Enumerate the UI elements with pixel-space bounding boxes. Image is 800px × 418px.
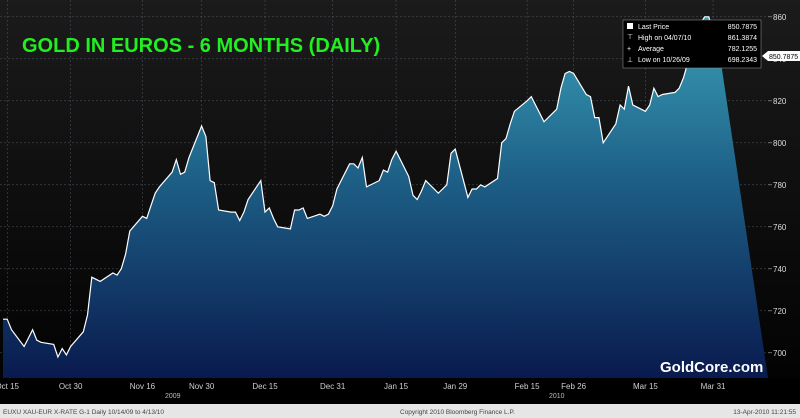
y-tick-label: 700 — [773, 349, 787, 358]
legend-value-high: 861.3874 — [728, 35, 757, 42]
x-tick-label: Oct 30 — [59, 382, 83, 391]
legend-value-last: 850.7875 — [728, 24, 757, 31]
chart-title: GOLD IN EUROS - 6 MONTHS (DAILY) — [22, 35, 380, 57]
x-tick-label: Jan 15 — [384, 382, 409, 391]
y-tick-label: 820 — [773, 97, 787, 106]
down-tick-icon: ⊥ — [627, 57, 633, 64]
price-chart: GOLD IN EUROS - 6 MONTHS (DAILY) 700 720 7… — [0, 0, 800, 418]
x-tick-label: Feb 26 — [561, 382, 586, 391]
x-tick-label: Nov 16 — [130, 382, 156, 391]
year-label-2010: 2010 — [549, 393, 565, 400]
square-marker-icon — [627, 23, 633, 29]
x-tick-label: Jan 29 — [443, 382, 468, 391]
y-tick-label: 780 — [773, 181, 787, 190]
legend-value-low: 698.2343 — [728, 57, 757, 64]
footer-left: EUXU XAU-EUR X-RATE G-1 Daily 10/14/09 t… — [3, 409, 164, 416]
x-tick-label: Mar 31 — [701, 382, 726, 391]
footer-right: 13-Apr-2010 11:21:55 — [733, 409, 796, 416]
x-tick-label: Dec 31 — [320, 382, 346, 391]
year-label-2009: 2009 — [165, 393, 181, 400]
y-tick-label: 760 — [773, 223, 787, 232]
y-tick-label: 860 — [773, 13, 787, 22]
x-tick-label: Oct 15 — [0, 382, 20, 391]
y-tick-label: 800 — [773, 139, 787, 148]
x-tick-label: Mar 15 — [633, 382, 658, 391]
legend-label-last: Last Price — [638, 24, 669, 31]
legend: Last Price 850.7875 ⊤ High on 04/07/10 8… — [622, 19, 762, 69]
watermark: GoldCore.com — [660, 359, 763, 376]
x-tick-label: Nov 30 — [189, 382, 215, 391]
legend-value-average: 782.1255 — [728, 46, 757, 53]
last-price-marker: 850.7875 — [762, 51, 800, 61]
legend-label-high: High on 04/07/10 — [638, 35, 691, 42]
x-tick-label: Dec 15 — [252, 382, 278, 391]
last-price-tag: 850.7875 — [769, 54, 798, 61]
x-tick-label: Feb 15 — [515, 382, 540, 391]
y-tick-label: 720 — [773, 307, 787, 316]
up-tick-icon: ⊤ — [627, 34, 633, 41]
plus-marker-icon: + — [627, 46, 631, 53]
legend-label-low: Low on 10/26/09 — [638, 57, 690, 64]
footer-center: Copyright 2010 Bloomberg Finance L.P. — [400, 409, 515, 416]
legend-label-average: Average — [638, 46, 664, 53]
y-tick-label: 740 — [773, 265, 787, 274]
